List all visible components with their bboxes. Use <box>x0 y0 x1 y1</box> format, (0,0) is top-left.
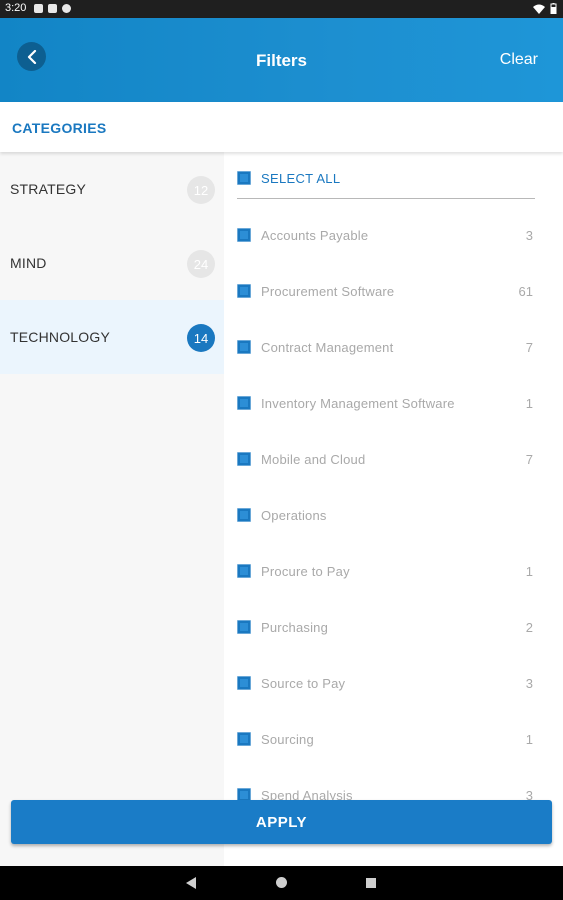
sync-icon <box>62 4 71 13</box>
filter-checkbox[interactable] <box>237 396 251 410</box>
clear-button[interactable]: Clear <box>500 51 538 69</box>
filter-checkbox[interactable] <box>237 732 251 746</box>
nav-recents-icon[interactable] <box>366 878 376 888</box>
filter-count: 1 <box>525 732 533 747</box>
filter-count: 7 <box>525 340 533 355</box>
filter-checkbox[interactable] <box>237 788 251 800</box>
filter-count: 3 <box>525 788 533 800</box>
nav-back-icon[interactable] <box>186 877 196 889</box>
filter-row[interactable]: Procure to Pay 1 <box>224 544 563 600</box>
filter-row[interactable]: Mobile and Cloud 7 <box>224 432 563 488</box>
filter-label: Procure to Pay <box>261 564 350 579</box>
filter-list: SELECT ALL Accounts Payable 3 Procuremen… <box>224 152 563 800</box>
categories-header: CATEGORIES <box>0 102 563 152</box>
category-count-badge: 24 <box>187 250 215 278</box>
filter-checkbox[interactable] <box>237 452 251 466</box>
filter-row[interactable]: Source to Pay 3 <box>224 656 563 712</box>
filter-checkbox[interactable] <box>237 508 251 522</box>
filter-label: Mobile and Cloud <box>261 452 366 467</box>
sd-card-icon <box>48 4 57 13</box>
filter-checkbox[interactable] <box>237 620 251 634</box>
category-list: STRATEGY 12 MIND 24 TECHNOLOGY 14 <box>0 152 224 866</box>
filter-checkbox[interactable] <box>237 564 251 578</box>
filter-count: 1 <box>525 564 533 579</box>
category-name: STRATEGY <box>10 181 87 197</box>
filter-label: Sourcing <box>261 732 314 747</box>
filter-checkbox[interactable] <box>237 284 251 298</box>
wifi-icon <box>533 4 545 14</box>
nav-home-icon[interactable] <box>276 877 287 888</box>
categories-header-label: CATEGORIES <box>12 120 107 136</box>
filter-label: Procurement Software <box>261 284 395 299</box>
filter-row[interactable]: Spend Analysis 3 <box>224 768 563 800</box>
filter-count: 3 <box>525 676 533 691</box>
filter-count: 2 <box>525 620 533 635</box>
page-title: Filters <box>255 51 308 70</box>
system-nav-bar <box>0 866 563 900</box>
filter-label: Inventory Management Software <box>261 396 455 411</box>
status-bar: 3:20 <box>0 0 563 18</box>
filter-count: 61 <box>518 284 533 299</box>
divider <box>237 198 535 199</box>
filter-checkbox[interactable] <box>237 228 251 242</box>
battery-icon <box>550 3 557 14</box>
filter-label: Source to Pay <box>261 676 346 691</box>
filter-row[interactable]: Inventory Management Software 1 <box>224 376 563 432</box>
app-bar: Filters Clear <box>0 18 563 102</box>
filter-count: 7 <box>525 452 533 467</box>
filter-label: Contract Management <box>261 340 394 355</box>
filter-checkbox[interactable] <box>237 340 251 354</box>
filter-row[interactable]: Purchasing 2 <box>224 600 563 656</box>
category-name: MIND <box>10 255 47 271</box>
filter-label: Operations <box>261 508 327 523</box>
category-count-badge: 12 <box>187 176 215 204</box>
category-item-strategy[interactable]: STRATEGY 12 <box>0 152 224 226</box>
filter-label: Spend Analysis <box>261 788 353 800</box>
filter-row[interactable]: Operations <box>224 488 563 544</box>
category-item-mind[interactable]: MIND 24 <box>0 226 224 300</box>
filter-row[interactable]: Accounts Payable 3 <box>224 208 563 264</box>
category-name: TECHNOLOGY <box>10 329 111 345</box>
filter-count: 1 <box>525 396 533 411</box>
select-all-label[interactable]: SELECT ALL <box>261 171 340 186</box>
filter-checkbox[interactable] <box>237 676 251 690</box>
select-all-checkbox[interactable] <box>237 171 251 185</box>
notification-icon <box>34 4 43 13</box>
filter-label: Accounts Payable <box>261 228 369 243</box>
filter-row[interactable]: Procurement Software 61 <box>224 264 563 320</box>
filter-label: Purchasing <box>261 620 329 635</box>
status-time: 3:20 <box>5 2 27 14</box>
category-count-badge: 14 <box>187 324 215 352</box>
category-item-technology[interactable]: TECHNOLOGY 14 <box>0 300 224 374</box>
filter-row[interactable]: Contract Management 7 <box>224 320 563 376</box>
apply-button[interactable]: APPLY <box>11 800 552 844</box>
filter-count: 3 <box>525 228 533 243</box>
filter-row[interactable]: Sourcing 1 <box>224 712 563 768</box>
